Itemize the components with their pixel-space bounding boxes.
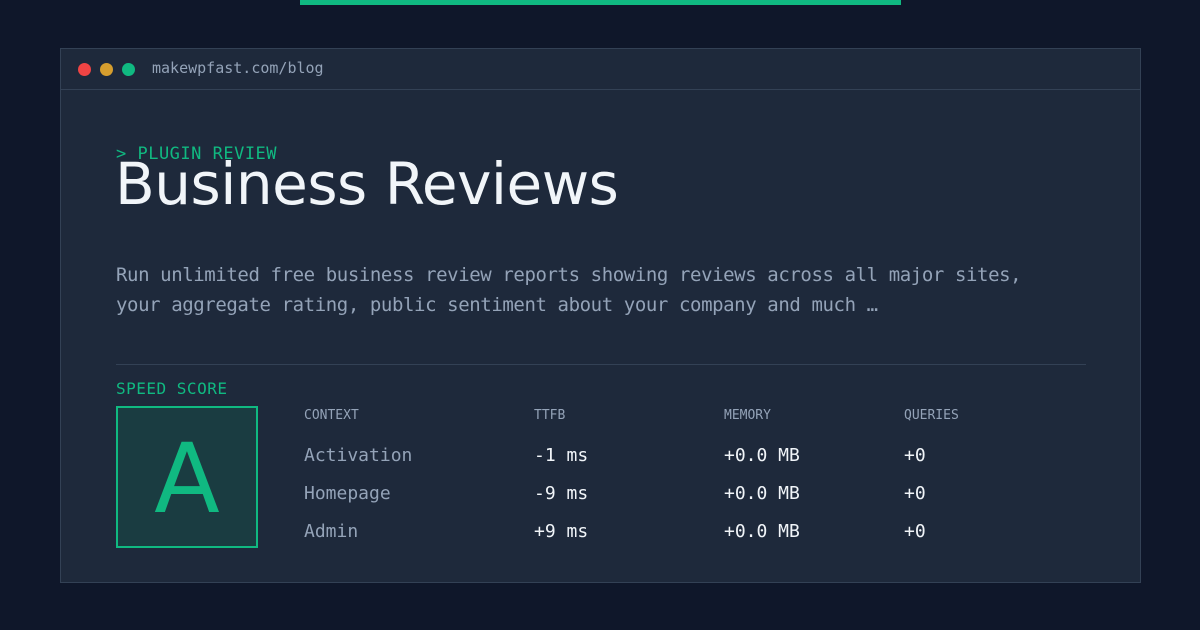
row-admin-memory: +0.0 MB <box>724 521 800 542</box>
row-homepage-memory: +0.0 MB <box>724 483 800 504</box>
divider <box>116 364 1086 365</box>
maximize-dot-icon[interactable] <box>122 63 135 76</box>
address-url[interactable]: makewpfast.com/blog <box>152 58 324 78</box>
column-header-context: CONTEXT <box>304 408 359 423</box>
close-dot-icon[interactable] <box>78 63 91 76</box>
speed-score-label: SPEED SCORE <box>116 379 228 398</box>
row-admin-context: Admin <box>304 521 359 542</box>
plugin-description: Run unlimited free business review repor… <box>116 264 1022 316</box>
row-activation-memory: +0.0 MB <box>724 445 800 466</box>
column-header-memory: MEMORY <box>724 408 771 423</box>
top-accent-bar <box>300 0 901 5</box>
row-homepage-context: Homepage <box>304 483 391 504</box>
browser-window: makewpfast.com/blog > PLUGIN REVIEW Busi… <box>60 48 1141 583</box>
column-header-ttfb: TTFB <box>534 408 566 423</box>
page-title: Business Reviews <box>115 150 619 218</box>
row-admin-queries: +0 <box>904 521 926 542</box>
speed-grade-badge: A <box>116 406 258 548</box>
row-homepage-ttfb: -9 ms <box>534 483 589 504</box>
row-activation-context: Activation <box>304 445 413 466</box>
row-activation-ttfb: -1 ms <box>534 445 589 466</box>
minimize-dot-icon[interactable] <box>100 63 113 76</box>
row-admin-ttfb: +9 ms <box>534 521 589 542</box>
row-homepage-queries: +0 <box>904 483 926 504</box>
window-titlebar: makewpfast.com/blog <box>61 49 1140 90</box>
row-activation-queries: +0 <box>904 445 926 466</box>
column-header-queries: QUERIES <box>904 408 959 423</box>
speed-grade-letter: A <box>154 423 220 535</box>
